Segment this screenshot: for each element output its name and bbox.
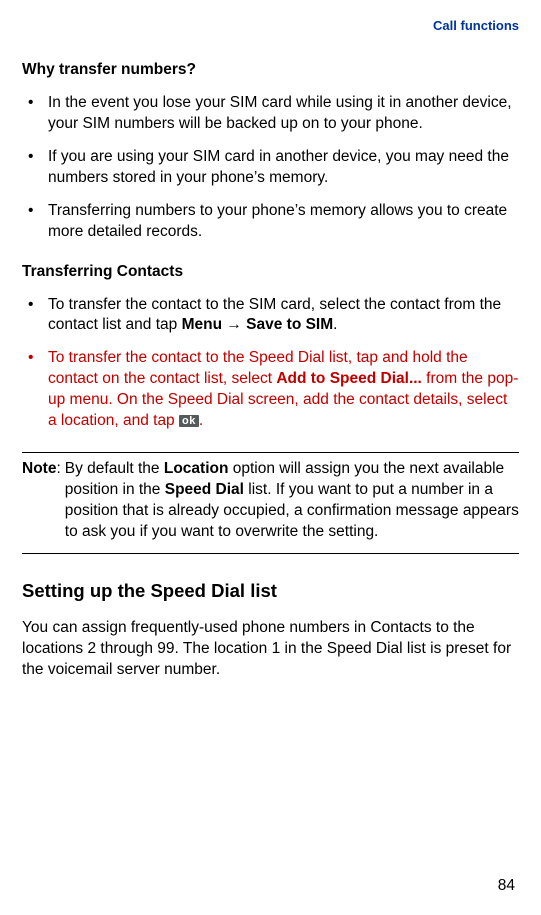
text: By default the [65, 460, 164, 477]
bold-text: Add to Speed Dial... [276, 370, 422, 387]
note-label: Note [22, 460, 56, 477]
bold-text: Location [164, 460, 229, 477]
bold-text: Speed Dial [165, 481, 244, 498]
text: . [199, 412, 203, 429]
list-item: If you are using your SIM card in anothe… [22, 147, 519, 189]
heading-why-transfer: Why transfer numbers? [22, 61, 519, 79]
note-block: Note: By default the Location option wil… [22, 459, 519, 543]
list-item: To transfer the contact to the SIM card,… [22, 295, 519, 337]
document-page: Call functions Why transfer numbers? In … [0, 0, 541, 681]
bold-text: Save to SIM [246, 316, 333, 333]
paragraph: You can assign frequently-used phone num… [22, 618, 519, 681]
transferring-contacts-list: To transfer the contact to the SIM card,… [22, 295, 519, 433]
list-item: Transferring numbers to your phone’s mem… [22, 201, 519, 243]
text: → [222, 316, 246, 333]
ok-icon: ok [179, 415, 199, 427]
list-item-highlighted: To transfer the contact to the Speed Dia… [22, 348, 519, 432]
divider [22, 553, 519, 554]
text: . [333, 316, 337, 333]
bold-text: Menu [182, 316, 222, 333]
divider [22, 452, 519, 453]
why-transfer-list: In the event you lose your SIM card whil… [22, 93, 519, 243]
heading-transferring-contacts: Transferring Contacts [22, 263, 519, 281]
page-number: 84 [498, 877, 515, 895]
section-header-link[interactable]: Call functions [22, 18, 519, 33]
heading-speed-dial: Setting up the Speed Dial list [22, 580, 519, 602]
list-item: In the event you lose your SIM card whil… [22, 93, 519, 135]
